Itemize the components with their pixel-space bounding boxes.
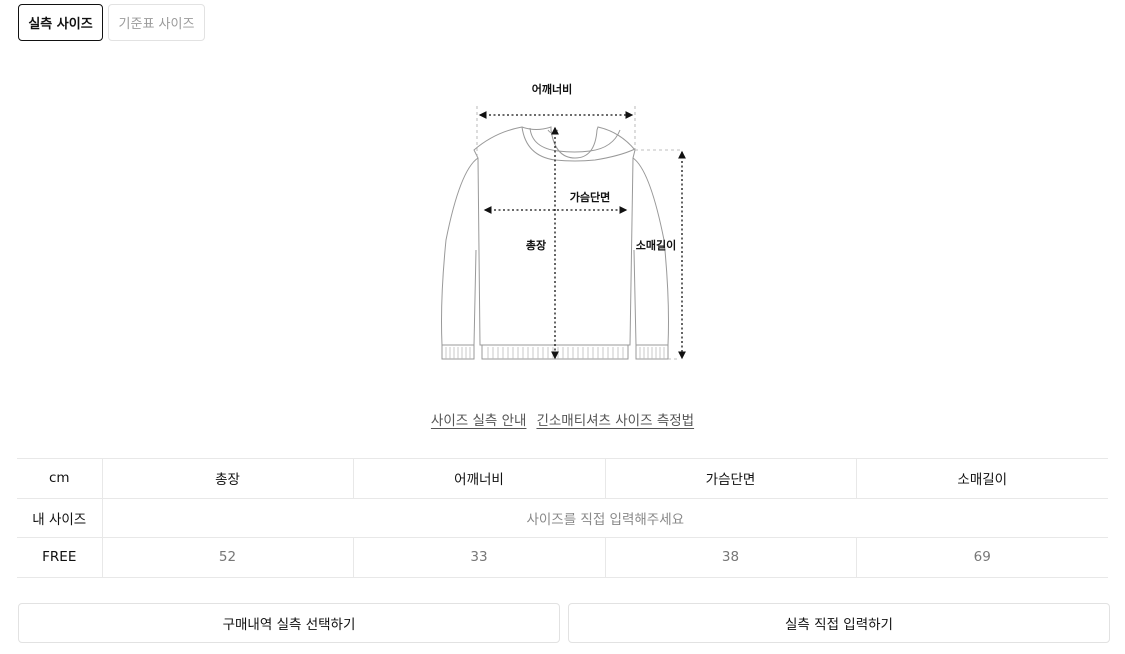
table-row: FREE 52 33 38 69 <box>17 537 1108 578</box>
sweater-outline <box>441 126 669 360</box>
header-chest: 가슴단면 <box>605 458 857 499</box>
tab-standard-size[interactable]: 기준표 사이즈 <box>108 4 205 41</box>
my-size-input-prompt[interactable]: 사이즈를 직접 입력해주세요 <box>102 498 1108 538</box>
size-label: FREE <box>17 537 103 578</box>
tab-actual-size[interactable]: 실측 사이즈 <box>18 4 103 41</box>
value-length: 52 <box>102 537 354 578</box>
select-purchase-history-button[interactable]: 구매내역 실측 선택하기 <box>18 603 560 643</box>
direct-input-button[interactable]: 실측 직접 입력하기 <box>568 603 1110 643</box>
value-shoulder: 33 <box>353 537 606 578</box>
diagram-label-sleeve: 소매길이 <box>636 238 676 252</box>
value-chest: 38 <box>605 537 857 578</box>
diagram-label-length: 총장 <box>526 238 546 252</box>
size-tabs: 실측 사이즈 기준표 사이즈 <box>18 4 205 41</box>
action-buttons: 구매내역 실측 선택하기 실측 직접 입력하기 <box>18 603 1110 643</box>
header-shoulder: 어깨너비 <box>353 458 606 499</box>
header-length: 총장 <box>102 458 354 499</box>
link-size-guide[interactable]: 사이즈 실측 안내 <box>431 409 527 429</box>
size-table: cm 총장 어깨너비 가슴단면 소매길이 내 사이즈 사이즈를 직접 입력해주세… <box>17 458 1108 578</box>
measurement-diagram: 어깨너비 가슴단면 총장 소매길이 <box>430 70 700 370</box>
value-sleeve: 69 <box>856 537 1108 578</box>
link-measure-method[interactable]: 긴소매티셔츠 사이즈 측정법 <box>536 409 694 429</box>
my-size-label: 내 사이즈 <box>17 498 103 538</box>
diagram-label-shoulder: 어깨너비 <box>532 82 572 96</box>
table-header-row: cm 총장 어깨너비 가슴단면 소매길이 <box>17 458 1108 499</box>
header-sleeve: 소매길이 <box>856 458 1108 499</box>
guide-links: 사이즈 실측 안내 긴소매티셔츠 사이즈 측정법 <box>0 409 1125 429</box>
diagram-label-chest: 가슴단면 <box>570 190 610 204</box>
my-size-row: 내 사이즈 사이즈를 직접 입력해주세요 <box>17 498 1108 538</box>
unit-header: cm <box>17 458 103 499</box>
sweater-illustration: 어깨너비 가슴단면 총장 소매길이 <box>441 82 686 360</box>
